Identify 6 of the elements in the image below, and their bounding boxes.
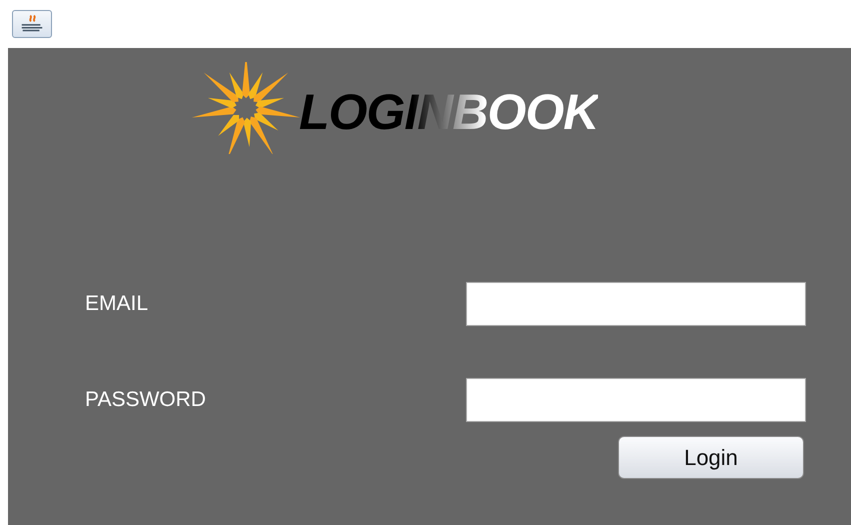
field-label: PASSWORD [85, 388, 207, 412]
password-field[interactable] [466, 378, 806, 422]
app-icon [12, 10, 52, 38]
email-field[interactable] [466, 282, 806, 326]
field-label: EMAIL [85, 292, 150, 316]
login-button[interactable]: Login [618, 436, 804, 479]
